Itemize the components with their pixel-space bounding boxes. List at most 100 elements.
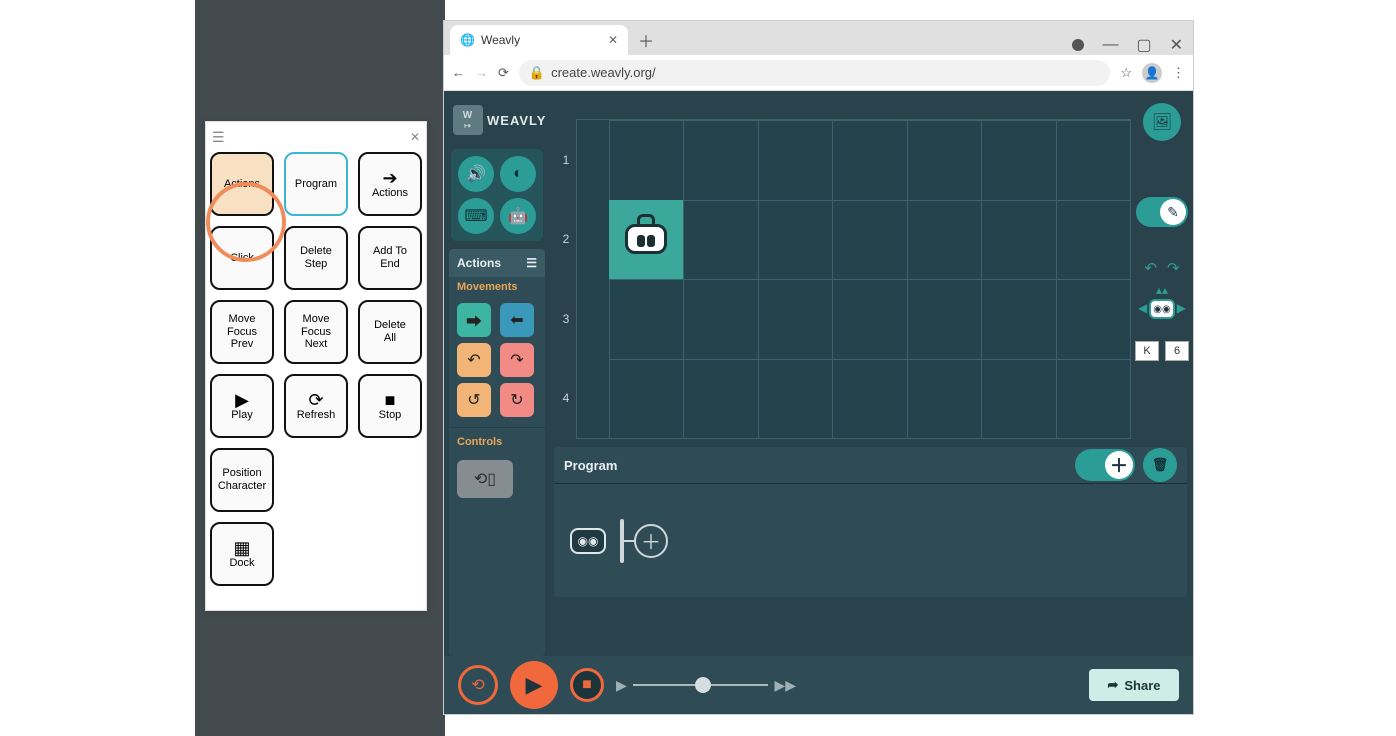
action-loop[interactable]: ⟲▯ (457, 460, 513, 498)
speed-slider[interactable]: ▶ ▶▶ (616, 677, 796, 694)
arrow-right-icon[interactable]: ▶ (1177, 301, 1186, 315)
star-icon[interactable]: ☆ (1120, 65, 1132, 81)
robot-icon: 🤖 (508, 206, 528, 226)
close-icon[interactable]: ✕ (410, 130, 420, 144)
action-turn-left-90[interactable]: ↺ (457, 383, 491, 417)
scene-right-rail: 🖼 ✎ ↶ ↷ ◀ ▶ ▴▴ (1135, 103, 1189, 361)
dock-program-button[interactable]: Program (284, 152, 348, 216)
dock-add-to-end-button[interactable]: Add To End (358, 226, 422, 290)
dock-click-button[interactable]: Click (210, 226, 274, 290)
robot-antenna-icon (637, 214, 655, 224)
restart-button[interactable]: ⟲ (458, 665, 498, 705)
action-backward[interactable]: ⬅ (500, 303, 534, 337)
grid-lines (609, 120, 1130, 438)
hamburger-icon[interactable]: ☰ (526, 256, 537, 270)
url-text: create.weavly.org/ (551, 65, 656, 80)
scene-grid[interactable]: 1234 (576, 119, 1131, 439)
row-label: 3 (559, 279, 573, 359)
action-turn-right-90[interactable]: ↻ (500, 383, 534, 417)
label: Refresh (297, 409, 336, 422)
row-label: 2 (559, 200, 573, 280)
contrast-icon: ◐ (513, 165, 523, 183)
label: Add To End (373, 245, 407, 270)
dock-position-character-button[interactable]: Position Character (210, 448, 274, 512)
keyboard-button[interactable]: ⌨ (458, 198, 494, 234)
rotate-controls: ↶ ↷ (1144, 259, 1179, 277)
speaker-icon: 🔊 (466, 164, 486, 184)
tab-weavly[interactable]: 🌐 Weavly ✕ (450, 25, 628, 55)
logo-text: WEAVLY (487, 113, 546, 128)
share-icon: ➦ (1107, 677, 1118, 693)
turn-right-45-icon: ↷ (510, 350, 523, 370)
delete-all-button[interactable]: 🗑 (1143, 448, 1177, 482)
lock-icon: 🔒 (529, 65, 545, 81)
label: Move Focus Next (301, 313, 331, 351)
label: Stop (379, 409, 402, 422)
logo-mark: W↦ (453, 105, 483, 135)
hamburger-icon[interactable]: ☰ (212, 129, 225, 146)
browser-window: 🌐 Weavly ✕ ＋ — ▢ ✕ ← → ⟳ 🔒 create.weavly… (443, 20, 1194, 715)
nav-forward-icon[interactable]: → (475, 65, 488, 80)
row-label: 1 (559, 120, 573, 200)
rotate-left-icon[interactable]: ↶ (1144, 259, 1157, 277)
tab-close-icon[interactable]: ✕ (608, 33, 618, 47)
slider-track[interactable] (633, 684, 769, 686)
pencil-icon: ✎ (1167, 204, 1179, 221)
nav-reload-icon[interactable]: ⟳ (498, 65, 509, 81)
globe-icon: 🌐 (460, 33, 475, 47)
slider-knob[interactable] (695, 677, 711, 693)
dock-dock-button[interactable]: ▦ Dock (210, 522, 274, 586)
label: Actions (372, 187, 408, 200)
position-dpad[interactable]: ◀ ▶ ▴▴ ◉◉ (1140, 287, 1184, 331)
dock-play-button[interactable]: ▶ Play (210, 374, 274, 438)
contrast-button[interactable]: ◐ (500, 156, 536, 192)
dock-stop-button[interactable]: ■ Stop (358, 374, 422, 438)
label: Delete All (374, 319, 406, 344)
settings-block: 🔊 ◐ ⌨ 🤖 (451, 149, 543, 241)
label: Play (231, 409, 252, 422)
play-bar: ⟲ ▶ ■ ▶ ▶▶ ➦ Share (444, 656, 1193, 714)
pen-toggle[interactable]: ✎ (1136, 197, 1188, 227)
minimize-icon[interactable]: — (1102, 36, 1118, 54)
play-button[interactable]: ▶ (510, 661, 558, 709)
nav-back-icon[interactable]: ← (452, 65, 465, 80)
dock-actions-button[interactable]: Actions (210, 152, 274, 216)
dock-arrow-actions-button[interactable]: ➔ Actions (358, 152, 422, 216)
robot-mini-icon: ◉◉ (1149, 299, 1175, 319)
share-button[interactable]: ➦ Share (1089, 669, 1179, 701)
dock-move-focus-next-button[interactable]: Move Focus Next (284, 300, 348, 364)
program-add-step-button[interactable]: ＋ (634, 524, 668, 558)
play-icon: ▶ (526, 672, 543, 698)
actions-panel: Actions ☰ Movements ⮕ ⬅ ↶ ↷ ↺ ↻ Controls (449, 249, 545, 656)
profile-icon[interactable]: 👤 (1142, 63, 1162, 83)
arrow-right-box-icon: ⮕ (466, 308, 482, 332)
action-turn-right-45[interactable]: ↷ (500, 343, 534, 377)
dock-delete-step-button[interactable]: Delete Step (284, 226, 348, 290)
pos-row-input[interactable]: 6 (1165, 341, 1189, 361)
dock-refresh-button[interactable]: ⟳ Refresh (284, 374, 348, 438)
share-label: Share (1124, 678, 1160, 693)
maximize-icon[interactable]: ▢ (1136, 35, 1151, 55)
new-tab-button[interactable]: ＋ (634, 28, 658, 52)
robot-button[interactable]: 🤖 (500, 198, 536, 234)
program-panel: Program ＋ 🗑 ◉◉ ＋ (554, 447, 1187, 597)
kebab-menu-icon[interactable]: ⋮ (1172, 65, 1185, 81)
audio-button[interactable]: 🔊 (458, 156, 494, 192)
rotate-right-icon[interactable]: ↷ (1167, 259, 1180, 277)
arrow-left-icon[interactable]: ◀ (1138, 301, 1147, 315)
dock-delete-all-button[interactable]: Delete All (358, 300, 422, 364)
arrow-up-icon[interactable]: ▴▴ (1156, 283, 1168, 297)
add-mode-toggle[interactable]: ＋ (1075, 449, 1135, 481)
stop-button[interactable]: ■ (570, 668, 604, 702)
pos-column-input[interactable]: K (1135, 341, 1159, 361)
tab-strip: 🌐 Weavly ✕ ＋ — ▢ ✕ (444, 21, 1193, 55)
turn-left-45-icon: ↶ (467, 350, 480, 370)
action-forward[interactable]: ⮕ (457, 303, 491, 337)
stop-icon: ■ (582, 676, 592, 694)
close-window-icon[interactable]: ✕ (1170, 35, 1183, 55)
dock-move-focus-prev-button[interactable]: Move Focus Prev (210, 300, 274, 364)
label: Dock (229, 557, 254, 570)
background-button[interactable]: 🖼 (1143, 103, 1181, 141)
url-box[interactable]: 🔒 create.weavly.org/ (519, 60, 1110, 86)
action-turn-left-45[interactable]: ↶ (457, 343, 491, 377)
